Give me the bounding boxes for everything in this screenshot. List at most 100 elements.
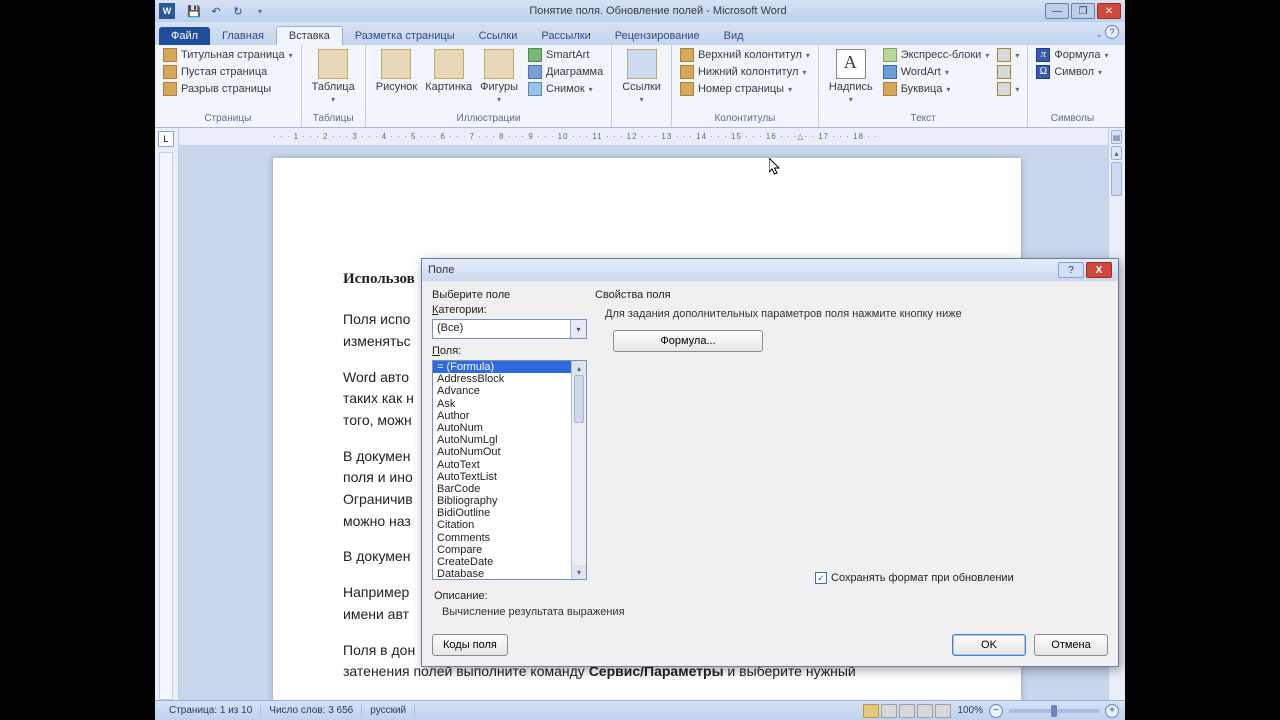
- minimize-ribbon-icon[interactable]: ˬ: [1097, 25, 1101, 39]
- maximize-button[interactable]: ❐: [1071, 3, 1095, 19]
- picture-label: Рисунок: [376, 81, 418, 93]
- dialog-help-button[interactable]: ?: [1058, 262, 1084, 278]
- window-controls: — ❐ ✕: [1041, 3, 1125, 19]
- tab-stop-selector[interactable]: L: [158, 131, 174, 147]
- field-list-item[interactable]: AddressBlock: [433, 373, 571, 385]
- horizontal-ruler[interactable]: · · · 1 · · · 2 · · · 3 · · · 4 · · · 5 …: [179, 128, 1108, 146]
- footer-button[interactable]: Нижний колонтитул ▾: [678, 64, 812, 80]
- chart-label: Диаграмма: [546, 66, 603, 78]
- blank-page-button[interactable]: Пустая страница: [161, 64, 295, 80]
- undo-icon[interactable]: ↶: [207, 2, 225, 20]
- field-list-item[interactable]: Bibliography: [433, 495, 571, 507]
- zoom-slider-thumb[interactable]: [1051, 705, 1057, 717]
- dropcap-button[interactable]: Буквица ▾: [881, 81, 992, 97]
- scrollbar-thumb[interactable]: [574, 375, 584, 423]
- tab-page-layout[interactable]: Разметка страницы: [343, 27, 467, 45]
- print-layout-view-icon[interactable]: [863, 704, 879, 718]
- object-button[interactable]: ▾: [995, 81, 1021, 97]
- field-list-item[interactable]: AutoNumLgl: [433, 434, 571, 446]
- listbox-scrollbar[interactable]: ▴ ▾: [571, 361, 586, 579]
- field-list-item[interactable]: AutoNumOut: [433, 446, 571, 458]
- equation-button[interactable]: πФормула ▾: [1034, 47, 1110, 63]
- field-list-item[interactable]: Ask: [433, 398, 571, 410]
- smartart-button[interactable]: SmartArt: [526, 47, 605, 63]
- scroll-down-icon[interactable]: ▾: [572, 565, 586, 579]
- sig-line-button[interactable]: ▾: [995, 47, 1021, 63]
- symbol-button[interactable]: ΩСимвол ▾: [1034, 64, 1110, 80]
- combo-dropdown-icon[interactable]: ▾: [570, 320, 586, 338]
- field-dialog: Поле ? X Выберите поле Категории: (Все) …: [421, 258, 1119, 667]
- cover-page-button[interactable]: Титульная страница ▾: [161, 47, 295, 63]
- screenshot-button[interactable]: Снимок ▾: [526, 81, 605, 97]
- field-list-item[interactable]: Citation: [433, 519, 571, 531]
- picture-button[interactable]: Рисунок: [372, 47, 422, 95]
- status-page[interactable]: Страница: 1 из 10: [161, 705, 261, 716]
- field-list-item[interactable]: Advance: [433, 385, 571, 397]
- tab-review[interactable]: Рецензирование: [603, 27, 712, 45]
- status-language[interactable]: русский: [362, 705, 415, 716]
- clipart-button[interactable]: Картинка: [421, 47, 476, 95]
- table-button[interactable]: Таблица▾: [308, 47, 359, 106]
- chart-button[interactable]: Диаграмма: [526, 64, 605, 80]
- tab-file[interactable]: Файл: [159, 27, 210, 45]
- field-list-item[interactable]: AutoText: [433, 459, 571, 471]
- field-list-item[interactable]: = (Formula): [433, 361, 571, 373]
- field-list-item[interactable]: Compare: [433, 544, 571, 556]
- ok-button[interactable]: OK: [952, 634, 1026, 656]
- textbox-button[interactable]: AНадпись▾: [825, 47, 877, 106]
- links-button[interactable]: Ссылки▾: [618, 47, 665, 106]
- tab-home[interactable]: Главная: [210, 27, 276, 45]
- categories-combo[interactable]: (Все) ▾: [432, 319, 587, 339]
- zoom-in-button[interactable]: +: [1105, 704, 1119, 718]
- outline-view-icon[interactable]: [917, 704, 933, 718]
- wordart-button[interactable]: WordArt ▾: [881, 64, 992, 80]
- qat-dropdown-icon[interactable]: ▾: [251, 2, 269, 20]
- tab-mailings[interactable]: Рассылки: [529, 27, 602, 45]
- preserve-format-checkbox[interactable]: ✓: [815, 572, 827, 584]
- scroll-up-icon[interactable]: ▴: [1111, 146, 1122, 160]
- zoom-value[interactable]: 100%: [957, 705, 983, 716]
- status-words[interactable]: Число слов: 3 656: [261, 705, 362, 716]
- field-list-item[interactable]: Comments: [433, 532, 571, 544]
- close-button[interactable]: ✕: [1097, 3, 1121, 19]
- fullscreen-reading-view-icon[interactable]: [881, 704, 897, 718]
- draft-view-icon[interactable]: [935, 704, 951, 718]
- field-list-item[interactable]: AutoNum: [433, 422, 571, 434]
- page-number-button[interactable]: Номер страницы ▾: [678, 81, 812, 97]
- vertical-ruler[interactable]: [159, 152, 173, 700]
- date-time-button[interactable]: [995, 64, 1021, 80]
- fields-listbox[interactable]: = (Formula)AddressBlockAdvanceAskAuthorA…: [432, 360, 587, 580]
- textbox-icon: A: [836, 49, 866, 79]
- shapes-button[interactable]: Фигуры▾: [476, 47, 522, 106]
- field-list-item[interactable]: Database: [433, 568, 571, 579]
- tab-insert[interactable]: Вставка: [276, 26, 343, 45]
- web-layout-view-icon[interactable]: [899, 704, 915, 718]
- tab-references[interactable]: Ссылки: [467, 27, 530, 45]
- dialog-titlebar[interactable]: Поле ? X: [422, 259, 1118, 281]
- dialog-close-button[interactable]: X: [1086, 262, 1112, 278]
- tab-view[interactable]: Вид: [712, 27, 756, 45]
- formula-button[interactable]: Формула...: [613, 330, 763, 352]
- quickparts-button[interactable]: Экспресс-блоки ▾: [881, 47, 992, 63]
- header-button[interactable]: Верхний колонтитул ▾: [678, 47, 812, 63]
- field-list-item[interactable]: BidiOutline: [433, 507, 571, 519]
- field-list-item[interactable]: Author: [433, 410, 571, 422]
- ruler-toggle-icon[interactable]: ▤: [1111, 130, 1122, 144]
- field-codes-button[interactable]: Коды поля: [432, 634, 508, 656]
- field-list-item[interactable]: BarCode: [433, 483, 571, 495]
- help-icon[interactable]: ?: [1105, 25, 1119, 39]
- minimize-button[interactable]: —: [1045, 3, 1069, 19]
- dropcap-icon: [883, 82, 897, 96]
- scroll-up-icon[interactable]: ▴: [572, 361, 586, 375]
- cancel-button[interactable]: Отмена: [1034, 634, 1108, 656]
- zoom-out-button[interactable]: −: [989, 704, 1003, 718]
- redo-icon[interactable]: ↻: [229, 2, 247, 20]
- field-list-item[interactable]: CreateDate: [433, 556, 571, 568]
- save-icon[interactable]: 💾: [185, 2, 203, 20]
- table-label: Таблица: [312, 81, 355, 93]
- scrollbar-thumb[interactable]: [1111, 162, 1122, 196]
- group-tables-label: Таблицы: [302, 112, 365, 127]
- zoom-slider[interactable]: [1009, 709, 1099, 713]
- field-list-item[interactable]: AutoTextList: [433, 471, 571, 483]
- page-break-button[interactable]: Разрыв страницы: [161, 81, 295, 97]
